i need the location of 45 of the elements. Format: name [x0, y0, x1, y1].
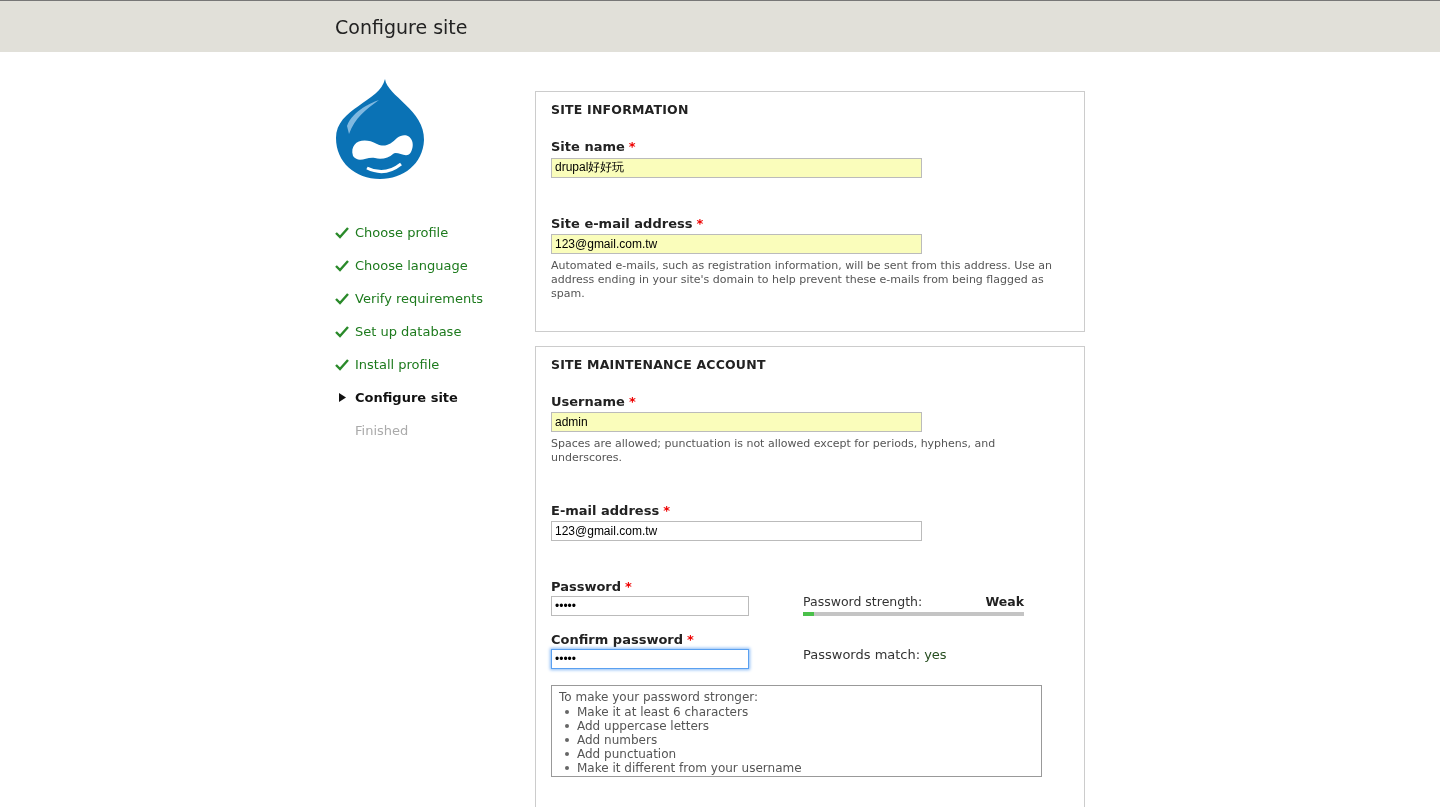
text-field[interactable]: 123@gmail.com.tw [551, 520, 922, 541]
match-value: yes [924, 646, 947, 662]
check-icon [335, 259, 349, 272]
field-label: E-mail address * [551, 502, 671, 518]
bullet-icon [565, 723, 569, 728]
check-icon [335, 226, 349, 239]
bullet-icon [565, 709, 569, 714]
strength-label: Password strength: [803, 593, 923, 609]
password-field[interactable]: ••••• [551, 595, 749, 616]
field-description: Automated e-mails, such as registration information, will be sent from this address. Use an address ending in your site's domain to help prevent these e-mails from being flagged as spam. [551, 258, 1054, 301]
step-item: Choose language [335, 249, 535, 282]
step-item: Configure site [335, 381, 535, 414]
bullet-icon [565, 737, 569, 742]
field-label: Username * [551, 393, 637, 409]
text-field[interactable]: 123@gmail.com.tw [551, 233, 922, 254]
field-label: Site name * [551, 139, 637, 154]
field-description: Spaces are allowed; punctuation is not allowed except for periods, hyphens, and underscores. [551, 436, 997, 465]
check-icon [335, 358, 349, 371]
check-icon [335, 325, 349, 338]
match-label: Passwords match: [803, 646, 921, 662]
field-label: Password * [551, 578, 633, 594]
step-item: Verify requirements [335, 282, 535, 315]
triangle-icon [339, 393, 346, 402]
section-title: SITE MAINTENANCE ACCOUNT [551, 356, 767, 372]
section-title: SITE INFORMATION [551, 102, 690, 117]
bullet-icon [565, 751, 569, 756]
field-label: Confirm password * [551, 631, 695, 647]
bullet-icon [565, 765, 569, 770]
step-item: Install profile [335, 348, 535, 381]
suggestion-text: Add numbers [577, 732, 658, 747]
check-icon [335, 292, 349, 305]
suggestion-text: Make it at least 6 characters [577, 704, 749, 719]
step-item: Finished [354, 422, 410, 440]
step-item: Choose profile [335, 216, 535, 249]
password-field[interactable]: ••••• [551, 648, 749, 669]
suggestion-text: Make it different from your username [577, 760, 802, 775]
text-field[interactable]: drupal好好玩 [551, 157, 922, 178]
suggestion-text: Add uppercase letters [577, 718, 710, 733]
suggestion-text: Add punctuation [577, 746, 677, 761]
field-label: Site e-mail address * [551, 215, 705, 231]
step-item: Set up database [335, 315, 535, 348]
suggestions-title: To make your password stronger: [559, 688, 760, 705]
strength-value: Weak [985, 593, 1024, 609]
text-field[interactable]: admin [551, 411, 922, 432]
page-title: Configure site [335, 15, 468, 38]
